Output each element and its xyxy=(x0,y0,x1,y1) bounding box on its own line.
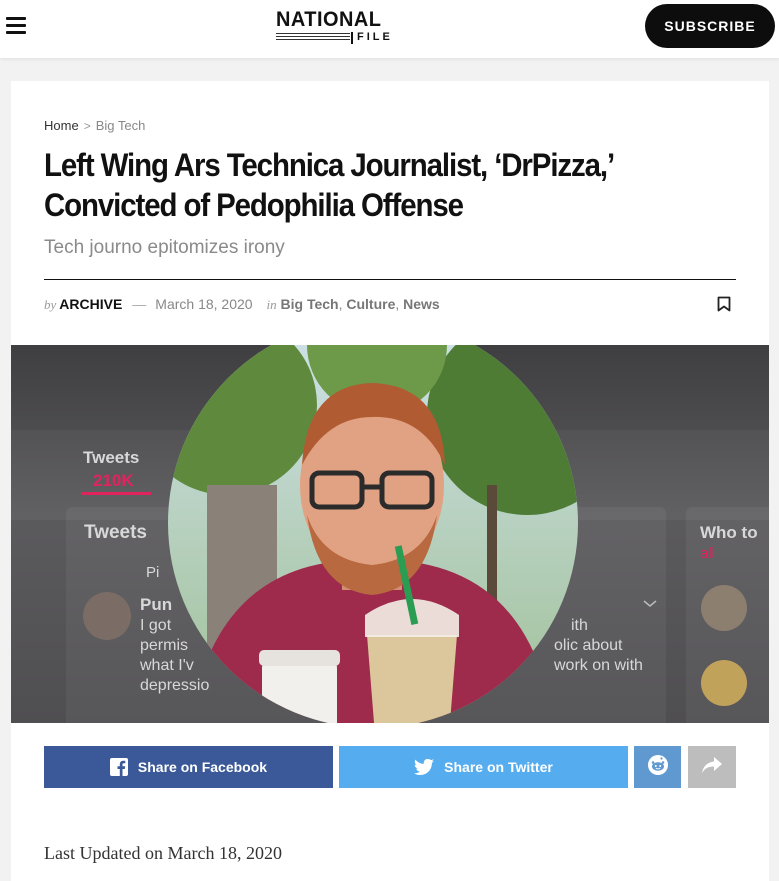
site-logo[interactable]: NATIONAL FILE xyxy=(270,8,400,46)
meta-dash: — xyxy=(132,296,147,312)
logo-text-top: NATIONAL xyxy=(276,8,382,31)
article-meta: by ARCHIVE — March 18, 2020 in Big Tech, Cu… xyxy=(44,296,440,312)
share-reddit-button[interactable] xyxy=(634,746,681,788)
breadcrumb: Home > Big Tech xyxy=(44,118,145,133)
share-facebook-label: Share on Facebook xyxy=(137,759,268,775)
subscribe-button[interactable]: SUBSCRIBE xyxy=(645,4,775,48)
share-arrow-icon xyxy=(702,756,722,778)
meta-date: March 18, 2020 xyxy=(155,296,253,312)
profile-photo xyxy=(168,345,578,723)
meta-by: by xyxy=(44,297,57,312)
hero-text-tweets-tab: Tweets xyxy=(83,448,140,467)
meta-author[interactable]: ARCHIVE xyxy=(59,296,122,312)
meta-in: in xyxy=(266,297,277,312)
hero-text-who-to: Who to xyxy=(700,523,758,542)
article-subtitle: Tech journo epitomizes irony xyxy=(44,237,285,258)
share-twitter-label: Share on Twitter xyxy=(444,759,553,775)
hero-text-all: all xyxy=(700,545,716,562)
logo-lines xyxy=(276,33,350,42)
logo-divider xyxy=(351,32,353,44)
share-more-button[interactable] xyxy=(688,746,736,788)
category-link-culture[interactable]: Culture xyxy=(346,296,395,312)
top-bar: NATIONAL FILE SUBSCRIBE xyxy=(0,0,779,58)
category-link-big-tech[interactable]: Big Tech xyxy=(281,296,339,312)
breadcrumb-current[interactable]: Big Tech xyxy=(96,118,146,133)
hero-text-pinned: Pi xyxy=(146,564,160,581)
share-twitter-button[interactable]: Share on Twitter xyxy=(339,746,628,788)
share-facebook-button[interactable]: Share on Facebook xyxy=(44,746,333,788)
bookmark-icon[interactable] xyxy=(717,296,731,312)
article-card: Home > Big Tech Left Wing Ars Technica Jou… xyxy=(11,81,769,881)
hero-text-tweets-heading: Tweets xyxy=(84,522,148,543)
last-updated: Last Updated on March 18, 2020 xyxy=(44,843,282,863)
featured-image: Tweets 210K Tweets Pi Pun I got permis w… xyxy=(11,345,769,723)
hero-text-tweets-count: 210K xyxy=(93,471,134,490)
reddit-icon xyxy=(647,754,669,781)
title-divider xyxy=(44,279,736,280)
menu-icon[interactable] xyxy=(6,16,28,36)
breadcrumb-home[interactable]: Home xyxy=(44,118,79,133)
logo-text-bottom: FILE xyxy=(357,31,393,43)
article-title: Left Wing Ars Technica Journalist, ‘DrPi… xyxy=(44,147,614,223)
category-link-news[interactable]: News xyxy=(403,296,440,312)
facebook-icon xyxy=(109,758,128,776)
breadcrumb-separator-icon: > xyxy=(83,119,91,133)
chevron-down-icon xyxy=(643,595,657,613)
twitter-icon xyxy=(414,759,435,775)
